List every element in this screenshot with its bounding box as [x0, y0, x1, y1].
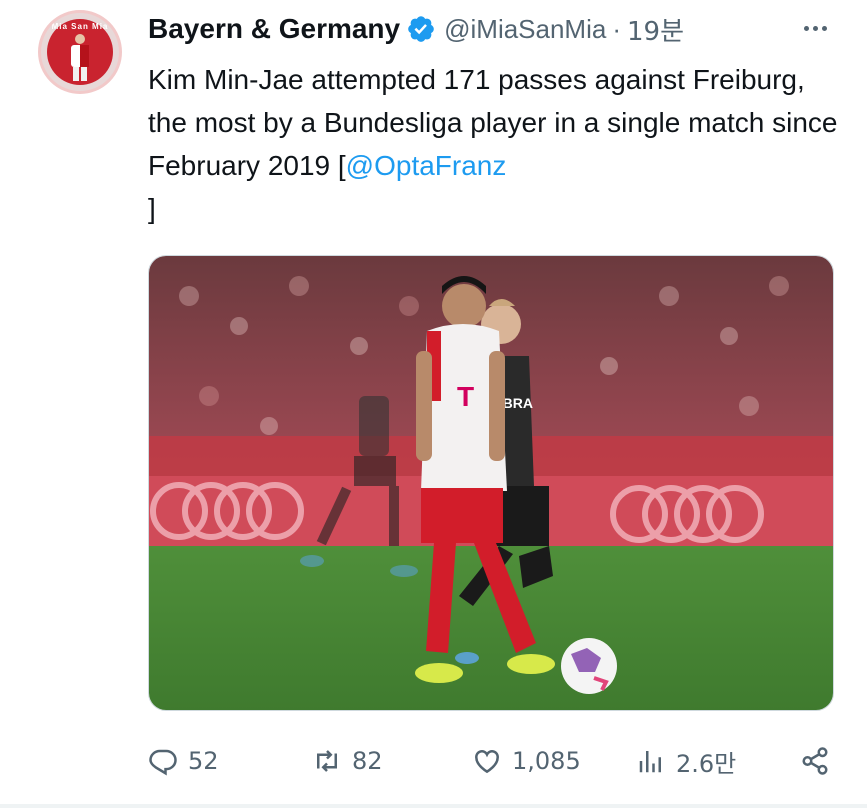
- avatar-ring-text: Mia San Mia: [51, 22, 109, 31]
- avatar[interactable]: Mia San Mia: [38, 10, 122, 94]
- separator: ·: [612, 13, 622, 44]
- display-name[interactable]: Bayern & Germany: [148, 13, 400, 45]
- more-dot: [813, 25, 818, 31]
- views-icon: [639, 751, 661, 773]
- views-count: 2.6만: [676, 749, 737, 778]
- reply-button[interactable]: 52: [148, 740, 219, 782]
- svg-text:T: T: [457, 381, 474, 412]
- reply-count: 52: [188, 747, 219, 775]
- avatar-player-image: [71, 34, 89, 81]
- match-photo: JOBRA T: [149, 256, 833, 710]
- tweet-media[interactable]: JOBRA T: [148, 255, 834, 711]
- like-button[interactable]: 1,085: [472, 740, 581, 782]
- tweet-text: Kim Min-Jae attempted 171 passes against…: [148, 58, 848, 230]
- action-bar: 52 82 1,085 2.6만: [0, 740, 867, 782]
- repost-icon: [317, 750, 337, 772]
- more-icon[interactable]: [804, 18, 834, 38]
- views-button[interactable]: 2.6만: [636, 740, 736, 782]
- mention-link[interactable]: @OptaFranz: [346, 150, 507, 181]
- tweet-body-end: ]: [148, 193, 156, 224]
- more-dot: [804, 25, 809, 31]
- like-icon: [475, 750, 499, 774]
- repost-button[interactable]: 82: [312, 740, 383, 782]
- handle[interactable]: @iMiaSanMia: [444, 14, 606, 45]
- share-button[interactable]: [800, 740, 830, 782]
- timestamp[interactable]: 19분: [627, 11, 684, 48]
- verified-badge-icon: [408, 16, 434, 42]
- more-dot: [822, 25, 827, 31]
- repost-count: 82: [352, 747, 383, 775]
- reply-icon: [149, 749, 177, 776]
- like-count: 1,085: [512, 747, 581, 775]
- share-icon: [802, 747, 828, 775]
- bottom-divider: [0, 804, 867, 808]
- tweet-header: Bayern & Germany @iMiaSanMia · 19분: [148, 11, 684, 48]
